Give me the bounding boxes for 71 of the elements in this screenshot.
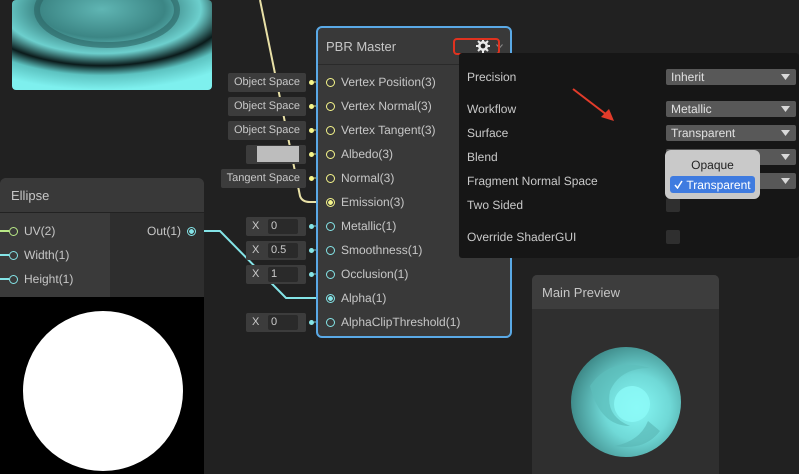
panel-title: Main Preview [532, 275, 719, 309]
port-label: Vertex Normal(3) [341, 99, 432, 113]
input-port-icon[interactable] [326, 318, 335, 326]
input-dot-icon [309, 224, 314, 228]
setting-label: Surface [467, 126, 508, 140]
input-dot-icon [309, 128, 314, 132]
checkbox[interactable] [666, 198, 680, 212]
input-dot-icon [309, 320, 314, 324]
annotation-arrow [571, 87, 617, 123]
axis-label: X [252, 220, 260, 232]
input-dot-icon [309, 272, 314, 276]
input-port-icon[interactable] [326, 222, 335, 230]
number-field[interactable]: 0 [268, 218, 298, 234]
input-port-icon[interactable] [326, 294, 335, 302]
input-dot-icon [309, 104, 314, 108]
checkbox[interactable] [666, 230, 680, 244]
port-label: AlphaClipThreshold(1) [341, 315, 460, 329]
setting-label: Workflow [467, 102, 516, 116]
port-label: Smoothness(1) [341, 243, 422, 257]
caret-icon [781, 154, 790, 160]
input-dot-icon [309, 80, 314, 84]
port-label: Out(1) [146, 224, 181, 238]
number-field[interactable]: 0 [268, 314, 298, 330]
dropdown[interactable]: Metallic [666, 101, 796, 117]
port-label: Height(1) [24, 272, 74, 286]
setting-label: Blend [467, 150, 498, 164]
dropdown[interactable]: Inherit [666, 69, 796, 85]
caret-icon[interactable] [496, 44, 504, 48]
number-field[interactable]: 1 [268, 266, 298, 282]
axis-label: X [252, 244, 260, 256]
space-dropdown[interactable]: Object Space [228, 96, 306, 116]
setting-label: Two Sided [467, 198, 524, 212]
input-port-icon[interactable] [9, 274, 18, 284]
port-label: Width(1) [24, 248, 70, 262]
port-label: Emission(3) [341, 195, 404, 209]
number-field[interactable]: 0.5 [268, 242, 298, 258]
check-icon [674, 180, 684, 189]
caret-icon [781, 178, 790, 184]
node-title: PBR Master [326, 38, 396, 54]
port-label: Alpha(1) [341, 291, 386, 305]
port-label: Albedo(3) [341, 147, 394, 161]
color-field[interactable] [246, 144, 306, 164]
menu-item[interactable]: Opaque [670, 156, 755, 173]
space-dropdown[interactable]: Object Space [228, 120, 306, 140]
menu-item[interactable]: Transparent [670, 176, 755, 193]
setting-label: Precision [467, 70, 516, 84]
port-label: Metallic(1) [341, 219, 396, 233]
axis-label: X [252, 268, 260, 280]
setting-label: Override ShaderGUI [467, 230, 576, 244]
port-label: Occlusion(1) [341, 267, 408, 281]
port-label: Vertex Position(3) [341, 75, 436, 89]
input-port-icon[interactable] [326, 246, 335, 254]
input-dot-icon [309, 176, 314, 180]
input-dot-icon [309, 152, 314, 156]
axis-label: X [252, 316, 260, 328]
input-port-icon[interactable] [9, 226, 18, 236]
output-port-icon[interactable] [187, 226, 196, 236]
port-label: Vertex Tangent(3) [341, 123, 436, 137]
input-port-icon[interactable] [326, 270, 335, 278]
caret-icon [781, 130, 790, 136]
port-label: UV(2) [24, 224, 56, 238]
setting-label: Fragment Normal Space [467, 174, 598, 188]
space-dropdown[interactable]: Tangent Space [220, 168, 306, 188]
port-label: Normal(3) [341, 171, 394, 185]
input-port-icon[interactable] [9, 250, 18, 260]
dropdown[interactable]: Transparent [666, 125, 796, 141]
node-title: Ellipse [0, 178, 204, 213]
space-dropdown[interactable]: Object Space [228, 72, 306, 92]
caret-icon [781, 74, 790, 80]
input-dot-icon [309, 248, 314, 252]
caret-icon [781, 106, 790, 112]
